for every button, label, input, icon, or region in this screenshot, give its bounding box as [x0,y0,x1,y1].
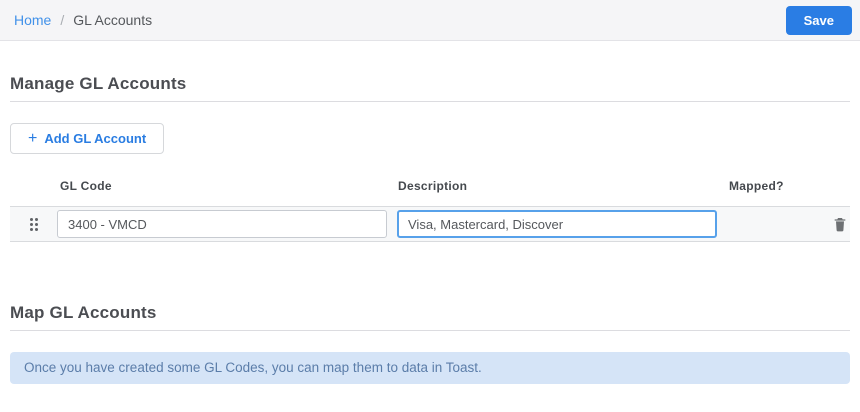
breadcrumb-current: GL Accounts [73,12,153,28]
description-input[interactable] [397,210,717,238]
main-content: Manage GL Accounts + Add GL Account GL C… [0,74,860,384]
column-header-gl-code: GL Code [60,179,112,193]
save-button[interactable]: Save [785,5,852,35]
column-header-mapped: Mapped? [729,179,784,193]
drag-handle-icon[interactable] [29,217,38,231]
add-gl-account-button[interactable]: + Add GL Account [10,123,165,154]
gl-accounts-page: Home / GL Accounts Save Manage GL Accoun… [0,0,860,412]
gl-code-input[interactable] [57,210,387,238]
breadcrumb-bar: Home / GL Accounts Save [0,0,860,41]
gl-code-cell [57,210,387,238]
info-alert: Once you have created some GL Codes, you… [10,352,850,384]
gl-accounts-table: GL Code Description Mapped? [10,179,850,242]
map-gl-accounts-section: Map GL Accounts Once you have created so… [10,303,850,384]
section-divider-2 [10,330,850,331]
manage-section-title: Manage GL Accounts [10,74,187,93]
add-gl-account-label: Add GL Account [44,131,147,146]
column-header-description: Description [398,179,468,193]
handle-cell [10,217,57,231]
breadcrumb-separator: / [60,12,65,28]
table-header-row: GL Code Description Mapped? [10,179,850,193]
section-divider [10,101,850,102]
trash-icon[interactable] [832,215,848,233]
actions-cell [814,215,850,233]
breadcrumb-home-link[interactable]: Home [14,12,51,28]
plus-icon: + [28,129,38,147]
table-row [10,206,850,242]
description-cell [397,210,717,238]
manage-gl-accounts-section: Manage GL Accounts + Add GL Account GL C… [10,74,850,242]
map-section-title: Map GL Accounts [10,303,157,322]
breadcrumb: Home / GL Accounts [14,12,152,28]
